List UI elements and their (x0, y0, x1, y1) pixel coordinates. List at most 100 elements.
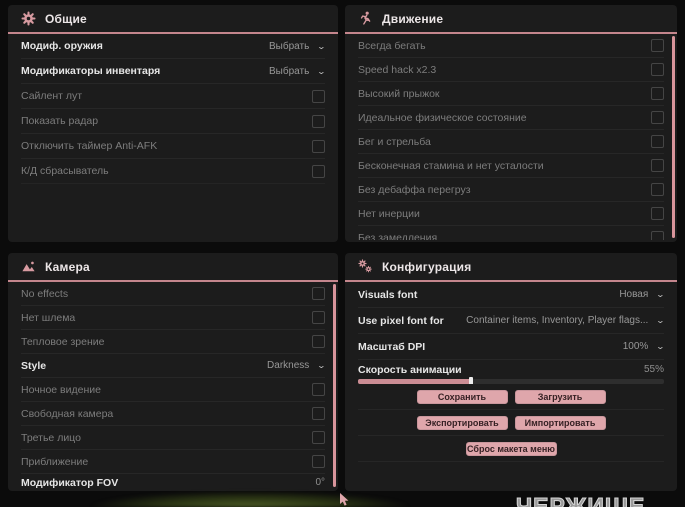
row-checkbox: Показать радар (21, 109, 325, 134)
row-label: Без дебаффа перегруз (358, 183, 471, 196)
row-dropdown: Модификаторы инвентаря Выбрать ⌄ (21, 59, 326, 84)
dropdown-value: Выбрать (269, 40, 310, 52)
row-label: Нет шлема (21, 311, 76, 324)
row-dropdown: Visuals font Новая ⌄ (358, 282, 666, 308)
row-dropdown: Масштаб DPI 100% ⌄ (358, 334, 666, 360)
row-label: Use pixel font for (358, 314, 444, 327)
panel-title: Конфигурация (382, 259, 472, 274)
slider-fill (358, 378, 472, 384)
checkbox[interactable] (312, 383, 325, 396)
checkbox[interactable] (651, 63, 664, 76)
dropdown-value: Новая (619, 289, 649, 300)
row-label: Visuals font (358, 288, 418, 301)
checkbox[interactable] (312, 407, 325, 420)
row-checkbox: Всегда бегать (358, 34, 664, 58)
row-label: Приближение (21, 455, 89, 468)
dropdown-select[interactable]: Выбрать ⌄ (269, 65, 326, 77)
dropdown-value: 100% (622, 341, 649, 352)
row-label: Бег и стрельба (358, 135, 431, 148)
panel-config: Конфигурация Visuals font Новая ⌄ Use pixel… (345, 253, 677, 491)
checkbox[interactable] (312, 335, 325, 348)
checkbox[interactable] (312, 287, 325, 300)
panel-general: Общие Модиф. оружия Выбрать ⌄ Модификаторы … (8, 5, 338, 242)
reset-menu-layout-button[interactable]: Сброс макета меню (465, 441, 557, 456)
row-checkbox: Бег и стрельба (358, 130, 664, 154)
save-button[interactable]: Сохранить (416, 389, 508, 404)
checkbox[interactable] (651, 39, 664, 52)
scrollbar[interactable] (672, 36, 675, 238)
panel-movement-header: Движение (345, 5, 677, 34)
dropdown-value: Выбрать (269, 65, 310, 77)
checkbox[interactable] (312, 455, 325, 468)
row-label: Высокий прыжок (358, 87, 440, 100)
row-dropdown: Модиф. оружия Выбрать ⌄ (21, 34, 327, 59)
panel-camera: Камера No effects Нет шлема Тепловое зрени… (8, 253, 338, 491)
row-checkbox: Тепловое зрение (21, 330, 325, 354)
row-checkbox: Отключить таймер Anti-AFK (21, 134, 325, 159)
checkbox[interactable] (312, 89, 325, 103)
row-checkbox: Третье лицо (21, 426, 325, 450)
panel-camera-header: Камера (8, 253, 338, 282)
row-label: Идеальное физическое состояние (358, 111, 527, 124)
slider-handle[interactable] (469, 376, 474, 384)
row-label: Скорость анимации (358, 363, 462, 376)
slider-caption: Скорость анимации 55% (358, 364, 664, 376)
gear-flower-icon (21, 11, 36, 26)
chevron-down-icon: ⌄ (655, 342, 666, 351)
dropdown-value: Container items, Inventory, Player flags… (466, 315, 649, 326)
row-label: Свободная камера (21, 407, 114, 420)
checkbox[interactable] (651, 183, 664, 196)
checkbox[interactable] (312, 431, 325, 444)
slider-value: 55% (643, 364, 664, 375)
row-label: Без замедления (358, 231, 438, 241)
row-label: Speed hack x2.3 (358, 63, 437, 76)
checkbox[interactable] (651, 207, 664, 220)
chevron-down-icon: ⌄ (316, 361, 327, 370)
panel-config-rows: Visuals font Новая ⌄ Use pixel font for Cont… (345, 282, 677, 384)
checkbox[interactable] (312, 114, 325, 128)
checkbox[interactable] (312, 311, 325, 324)
row-checkbox: Без дебаффа перегруз (358, 178, 664, 202)
row-label: Сайлент лут (21, 90, 83, 102)
panel-config-header: Конфигурация (345, 253, 677, 282)
dropdown-select[interactable]: Новая ⌄ (619, 289, 666, 300)
slider[interactable] (358, 376, 664, 384)
load-button[interactable]: Загрузить (514, 389, 606, 404)
checkbox[interactable] (651, 87, 664, 100)
row-label: Показать радар (21, 115, 99, 127)
chevron-down-icon: ⌄ (316, 41, 327, 51)
row-slider: Скорость анимации 55% (358, 360, 664, 384)
import-button[interactable]: Импортировать (514, 415, 606, 430)
dropdown-select[interactable]: Darkness ⌄ (267, 360, 327, 371)
checkbox[interactable] (651, 231, 664, 240)
row-checkbox: Ночное видение (21, 378, 325, 402)
panel-title: Камера (45, 259, 90, 274)
row-dropdown: Use pixel font for Container items, Inven… (358, 308, 666, 334)
checkbox[interactable] (651, 159, 664, 172)
chevron-down-icon: ⌄ (655, 290, 666, 299)
watermark-text: ЧЕРЖИШЕ (515, 493, 646, 507)
row-label: Всегда бегать (358, 39, 426, 52)
row-dropdown: Style Darkness ⌄ (21, 354, 327, 378)
image-icon (21, 259, 36, 274)
checkbox[interactable] (651, 111, 664, 124)
row-checkbox: Идеальное физическое состояние (358, 106, 664, 130)
panel-general-header: Общие (8, 5, 338, 34)
checkbox[interactable] (651, 135, 664, 148)
checkbox[interactable] (312, 139, 325, 153)
dropdown-select[interactable]: Выбрать ⌄ (269, 40, 327, 52)
row-label: Модификаторы инвентаря (21, 65, 161, 77)
scrollbar[interactable] (333, 284, 336, 487)
row-checkbox: Бесконечная стамина и нет усталости (358, 154, 664, 178)
dropdown-select[interactable]: 100% ⌄ (622, 341, 666, 352)
row-slider: Модификатор FOV 0° (21, 474, 325, 489)
panel-movement-rows: Всегда бегать Speed hack x2.3 Высокий прыж… (345, 34, 677, 240)
checkbox[interactable] (312, 164, 325, 178)
slider-caption: Модификатор FOV 0° (21, 477, 325, 489)
panel-general-rows: Модиф. оружия Выбрать ⌄ Модификаторы инвент… (8, 34, 338, 240)
row-checkbox: No effects (21, 282, 325, 306)
dropdown-select[interactable]: Container items, Inventory, Player flags… (466, 315, 666, 326)
slider-value: 0° (315, 477, 325, 488)
chevron-down-icon: ⌄ (655, 316, 666, 325)
export-button[interactable]: Экспортировать (416, 415, 508, 430)
